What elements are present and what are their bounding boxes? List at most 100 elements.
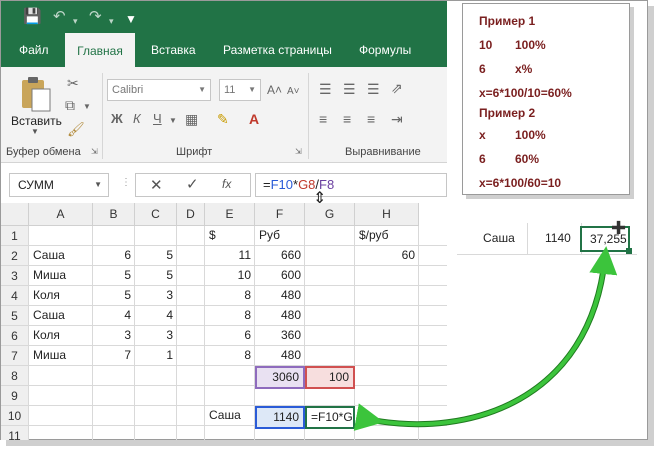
- cell-f10[interactable]: 1140: [255, 406, 305, 429]
- cell-e10[interactable]: Саша: [205, 406, 255, 425]
- cell-f3[interactable]: 600: [255, 266, 305, 285]
- cell-f1[interactable]: Руб: [255, 226, 305, 245]
- cell-c4[interactable]: 3: [135, 286, 177, 305]
- align-bottom-icon[interactable]: ☰: [367, 81, 380, 97]
- cut-icon[interactable]: ✂: [67, 75, 79, 91]
- cell-c6[interactable]: 3: [135, 326, 177, 345]
- cell-h1[interactable]: $/руб: [355, 226, 419, 245]
- font-size-box[interactable]: 11 ▼: [219, 79, 261, 101]
- cell-e7[interactable]: 8: [205, 346, 255, 365]
- row-header-6[interactable]: 6: [1, 326, 29, 346]
- copy-dropdown-icon[interactable]: ▼: [83, 99, 91, 115]
- cell-e3[interactable]: 10: [205, 266, 255, 285]
- row-header-1[interactable]: 1: [1, 226, 29, 246]
- worksheet-grid[interactable]: A B C D E F G H 1 2 3 4 5 6 7 8 9 10 11 $ Руб $/руб Саша 6 5 11 66…: [1, 203, 447, 440]
- dialog-launcher-icon[interactable]: ⇲: [295, 147, 302, 156]
- cell-f6[interactable]: 360: [255, 326, 305, 345]
- align-middle-icon[interactable]: ☰: [343, 81, 356, 97]
- format-painter-icon[interactable]: 🖌: [67, 121, 85, 137]
- increase-font-icon[interactable]: A˄: [267, 82, 282, 98]
- row-header-2[interactable]: 2: [1, 246, 29, 266]
- cancel-icon[interactable]: ✕: [150, 176, 163, 194]
- cell-e2[interactable]: 11: [205, 246, 255, 265]
- column-header-b[interactable]: B: [93, 203, 135, 226]
- cell-b5[interactable]: 4: [93, 306, 135, 325]
- row-header-4[interactable]: 4: [1, 286, 29, 306]
- copy-icon[interactable]: ⧉: [65, 97, 75, 113]
- cell-c7[interactable]: 1: [135, 346, 177, 365]
- font-color-icon[interactable]: A: [249, 111, 259, 127]
- borders-icon[interactable]: ▦: [185, 111, 198, 127]
- tab-formulas[interactable]: Формулы: [359, 33, 411, 67]
- align-left-icon[interactable]: ≡: [319, 111, 327, 127]
- fill-color-icon[interactable]: ✎: [217, 111, 229, 127]
- column-header-h[interactable]: H: [355, 203, 419, 226]
- cell-a5[interactable]: Саша: [29, 306, 93, 325]
- redo-dropdown-icon[interactable]: ▾: [109, 13, 114, 29]
- cell-f7[interactable]: 480: [255, 346, 305, 365]
- fill-handle[interactable]: [626, 248, 632, 254]
- column-header-a[interactable]: A: [29, 203, 93, 226]
- cell-a6[interactable]: Коля: [29, 326, 93, 345]
- column-header-c[interactable]: C: [135, 203, 177, 226]
- paste-button[interactable]: Вставить ▼: [11, 71, 62, 139]
- row-header-10[interactable]: 10: [1, 406, 29, 426]
- row-header-3[interactable]: 3: [1, 266, 29, 286]
- column-header-e[interactable]: E: [205, 203, 255, 226]
- cell-c2[interactable]: 5: [135, 246, 177, 265]
- cell-b4[interactable]: 5: [93, 286, 135, 305]
- cell-b2[interactable]: 6: [93, 246, 135, 265]
- orientation-icon[interactable]: ⇗: [391, 80, 403, 96]
- cell-f8[interactable]: 3060: [255, 366, 305, 389]
- cell-c3[interactable]: 5: [135, 266, 177, 285]
- undo-icon[interactable]: ↶: [53, 9, 66, 25]
- cell-e5[interactable]: 8: [205, 306, 255, 325]
- italic-button[interactable]: К: [133, 111, 141, 127]
- cell-a3[interactable]: Миша: [29, 266, 93, 285]
- align-top-icon[interactable]: ☰: [319, 81, 332, 97]
- row-header-8[interactable]: 8: [1, 366, 29, 386]
- underline-button[interactable]: Ч: [153, 111, 162, 127]
- cell-b6[interactable]: 3: [93, 326, 135, 345]
- redo-icon[interactable]: ↷: [89, 9, 102, 25]
- cell-a2[interactable]: Саша: [29, 246, 93, 265]
- undo-dropdown-icon[interactable]: ▾: [73, 13, 78, 29]
- decrease-font-icon[interactable]: A˅: [287, 84, 300, 100]
- cell-g10-editing[interactable]: =F10*G8: [305, 406, 355, 429]
- cell-e1[interactable]: $: [205, 226, 255, 245]
- row-header-9[interactable]: 9: [1, 386, 29, 406]
- tab-page-layout[interactable]: Разметка страницы: [223, 33, 332, 67]
- save-icon[interactable]: 💾: [23, 9, 42, 25]
- tab-insert[interactable]: Вставка: [151, 33, 196, 67]
- cell-b3[interactable]: 5: [93, 266, 135, 285]
- column-header-g[interactable]: G: [305, 203, 355, 226]
- cell-f4[interactable]: 480: [255, 286, 305, 305]
- enter-icon[interactable]: ✓: [186, 175, 199, 193]
- row-header-5[interactable]: 5: [1, 306, 29, 326]
- customize-toolbar-icon[interactable]: ▼: [125, 11, 137, 27]
- bold-button[interactable]: Ж: [111, 111, 123, 127]
- tab-file[interactable]: Файл: [19, 33, 49, 67]
- align-right-icon[interactable]: ≡: [367, 111, 375, 127]
- align-center-icon[interactable]: ≡: [343, 111, 351, 127]
- cell-b7[interactable]: 7: [93, 346, 135, 365]
- underline-dropdown-icon[interactable]: ▼: [169, 113, 177, 129]
- cell-a7[interactable]: Миша: [29, 346, 93, 365]
- cell-f5[interactable]: 480: [255, 306, 305, 325]
- cell-g8[interactable]: 100: [305, 366, 355, 389]
- cell-e6[interactable]: 6: [205, 326, 255, 345]
- column-header-f[interactable]: F: [255, 203, 305, 226]
- tab-home[interactable]: Главная: [65, 33, 135, 67]
- select-all-corner[interactable]: [1, 203, 29, 226]
- cell-h2[interactable]: 60: [355, 246, 419, 265]
- cell-c5[interactable]: 4: [135, 306, 177, 325]
- cell-a4[interactable]: Коля: [29, 286, 93, 305]
- cell-f2[interactable]: 660: [255, 246, 305, 265]
- fx-icon[interactable]: fx: [222, 177, 231, 191]
- name-box[interactable]: СУММ ▼: [9, 173, 109, 197]
- row-header-7[interactable]: 7: [1, 346, 29, 366]
- indent-icon[interactable]: ⇥: [391, 111, 403, 127]
- cell-e4[interactable]: 8: [205, 286, 255, 305]
- column-header-d[interactable]: D: [177, 203, 205, 226]
- row-header-11[interactable]: 11: [1, 426, 29, 440]
